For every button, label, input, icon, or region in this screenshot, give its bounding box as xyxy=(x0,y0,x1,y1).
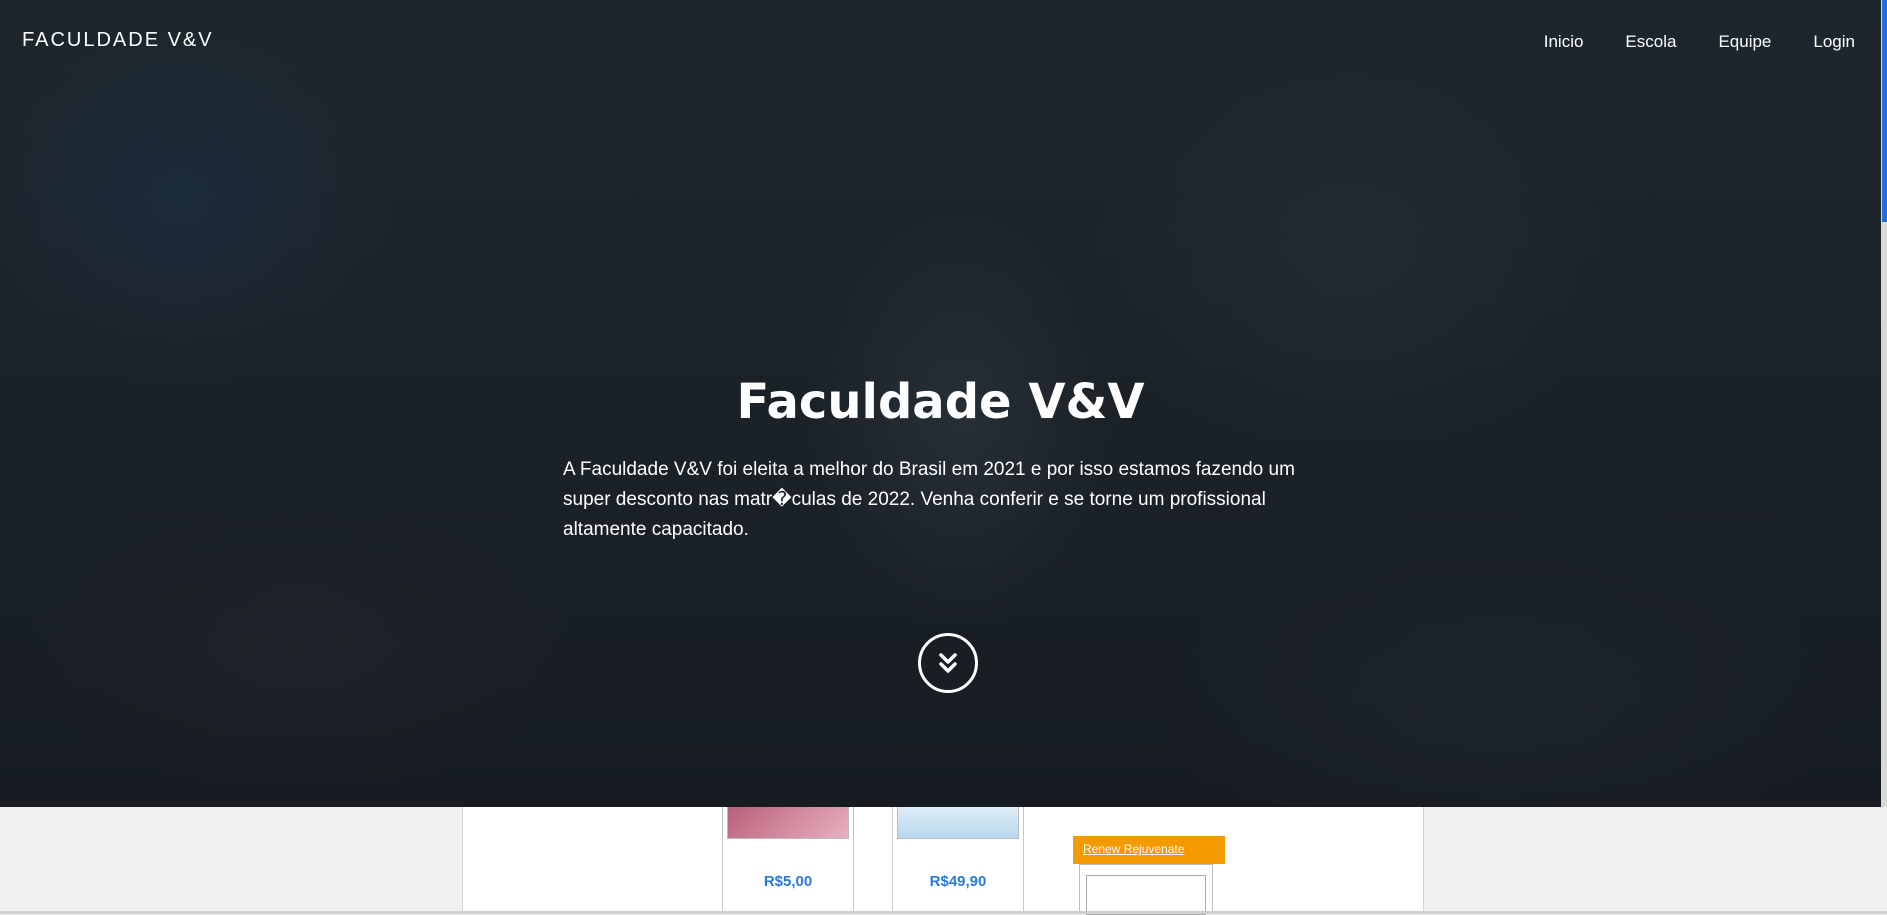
nav-escola[interactable]: Escola xyxy=(1625,32,1676,52)
product-card[interactable]: R$49,90 xyxy=(892,807,1024,914)
promo-link[interactable]: Renew Rejuvenate xyxy=(1073,836,1225,864)
promo-image xyxy=(1086,875,1206,915)
product-card[interactable]: R$5,00 xyxy=(722,807,854,914)
scrollbar-thumb[interactable] xyxy=(1882,0,1887,222)
hero-section: FACULDADE V&V Inicio Escola Equipe Login… xyxy=(0,0,1881,807)
brand-logo[interactable]: FACULDADE V&V xyxy=(22,29,214,52)
promo-body xyxy=(1079,864,1213,915)
hero-description: A Faculdade V&V foi eleita a melhor do B… xyxy=(563,459,1295,540)
product-image xyxy=(727,807,849,839)
nav-login[interactable]: Login xyxy=(1813,32,1855,52)
scroll-down-button[interactable] xyxy=(918,633,978,693)
double-chevron-down-icon xyxy=(939,653,957,673)
product-price: R$5,00 xyxy=(763,873,813,890)
hero-title: Faculdade V&V xyxy=(736,374,1145,430)
nav-inicio[interactable]: Inicio xyxy=(1544,32,1584,52)
main-nav: Inicio Escola Equipe Login xyxy=(1502,32,1855,52)
product-image xyxy=(897,807,1019,839)
nav-equipe[interactable]: Equipe xyxy=(1718,32,1771,52)
product-price: R$49,90 xyxy=(929,873,987,890)
promo-card[interactable]: Renew Rejuvenate xyxy=(1073,836,1225,915)
product-strip: R$5,00 R$49,90 Renew Rejuvenate xyxy=(462,807,1424,915)
